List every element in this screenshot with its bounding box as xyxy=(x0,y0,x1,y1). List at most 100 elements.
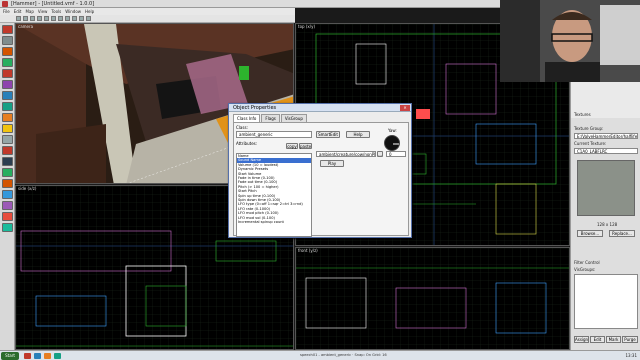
tool-strip xyxy=(0,23,15,350)
texture-panel: Textures Texture Group: E:/ValveHammerEd… xyxy=(570,82,640,350)
group-tool-icon[interactable] xyxy=(2,168,13,177)
overlay-tool-icon[interactable] xyxy=(2,157,13,166)
side-viewport-label: side (x/z) xyxy=(18,186,37,191)
play-button[interactable]: Play xyxy=(320,160,344,167)
menu-help[interactable]: Help xyxy=(85,9,94,14)
value-field[interactable]: ambient/creature/cow/nonPlayerGrunts/sho… xyxy=(316,151,376,157)
camera-tool-icon[interactable] xyxy=(2,47,13,56)
visgroups-label: VisGroups: xyxy=(574,267,596,272)
decal-tool-icon[interactable] xyxy=(2,102,13,111)
texture-size: 128 x 128 xyxy=(597,222,618,227)
browse-button[interactable]: Browse... xyxy=(577,230,603,237)
entity-tool-icon[interactable] xyxy=(2,58,13,67)
toolbar xyxy=(0,15,295,23)
tab-visgroup[interactable]: VisGroup xyxy=(280,114,307,122)
top-viewport-label: top (x/y) xyxy=(298,24,316,29)
app-icon xyxy=(2,1,8,7)
vertex-tool-icon[interactable] xyxy=(2,124,13,133)
entity-report-icon[interactable] xyxy=(79,16,84,21)
compile-icon[interactable] xyxy=(65,16,70,21)
grid-icon[interactable] xyxy=(37,16,42,21)
mark-button[interactable]: Mark xyxy=(606,336,621,343)
save-icon[interactable] xyxy=(30,16,35,21)
block-tool-icon[interactable] xyxy=(2,69,13,78)
snap-icon[interactable] xyxy=(44,16,49,21)
window-title: [Hammer] - [Untitled.vmf - 1.0.0] xyxy=(11,1,95,7)
filter-control-label: Filter Control xyxy=(574,260,600,265)
webcam-image xyxy=(500,0,640,82)
hammer-taskbar-icon[interactable] xyxy=(24,353,31,359)
dialog-body: Class: ambient_generic SmartEdit Help Ya… xyxy=(233,122,409,237)
class-label: Class: xyxy=(236,125,248,130)
angle-dial[interactable] xyxy=(384,135,400,151)
media-taskbar-icon[interactable] xyxy=(54,353,61,359)
title-bar: [Hammer] - [Untitled.vmf - 1.0.0] xyxy=(0,0,500,8)
menu-map[interactable]: Map xyxy=(25,9,33,14)
move-to-world-icon[interactable] xyxy=(2,212,13,221)
angle-needle-icon xyxy=(393,143,399,145)
attribute-item[interactable]: Incremental spinup count xyxy=(237,220,311,224)
current-texture-select[interactable]: C1A0_LABFLRC xyxy=(574,148,638,154)
assign-button[interactable]: Assign xyxy=(574,336,589,343)
menu-file[interactable]: File xyxy=(3,9,10,14)
path-tool-icon[interactable] xyxy=(2,135,13,144)
edit-button[interactable]: Edit xyxy=(590,336,605,343)
paste-button[interactable]: paste xyxy=(299,143,312,149)
clock: 13:31 xyxy=(625,353,637,358)
webcam-overlay xyxy=(500,0,640,82)
clip-tool-icon[interactable] xyxy=(2,113,13,122)
apply-texture-icon[interactable] xyxy=(2,91,13,100)
menu-bar: File Edit Map View Tools Window Help xyxy=(0,8,295,15)
object-properties-dialog: Object Properties ✕ Class Info Flags Vis… xyxy=(228,103,412,238)
tab-class-info[interactable]: Class Info xyxy=(233,114,261,122)
copy-button[interactable]: copy xyxy=(286,143,298,149)
angle-input[interactable]: 0 xyxy=(386,151,406,157)
status-entity: speech01 - ambient_generic xyxy=(300,353,352,357)
magnify-tool-icon[interactable] xyxy=(2,36,13,45)
menu-view[interactable]: View xyxy=(38,9,48,14)
browser-taskbar-icon[interactable] xyxy=(44,353,51,359)
status-grid: Snap: On Grid: 16 xyxy=(354,353,387,357)
purge-button[interactable]: Purge xyxy=(622,336,638,343)
class-select[interactable]: ambient_generic xyxy=(236,131,312,138)
taskbar: Start speech01 - ambient_generic · Snap:… xyxy=(0,350,640,360)
app-window: [Hammer] - [Untitled.vmf - 1.0.0] File E… xyxy=(0,0,640,360)
dialog-tabs: Class Info Flags VisGroup xyxy=(233,114,307,122)
menu-edit[interactable]: Edit xyxy=(14,9,22,14)
close-icon[interactable]: ✕ xyxy=(400,105,410,111)
wireframe-icon[interactable] xyxy=(51,16,56,21)
attributes-label: Attributes: xyxy=(236,141,258,146)
front-viewport-label: front (y/z) xyxy=(298,248,318,253)
texture-preview[interactable] xyxy=(577,160,635,216)
current-texture-label: Current Texture: xyxy=(574,141,607,146)
smartedit-button[interactable]: SmartEdit xyxy=(316,131,340,138)
menu-tools[interactable]: Tools xyxy=(51,9,61,14)
texture-group-label: Texture Group: xyxy=(574,126,604,131)
new-file-icon[interactable] xyxy=(16,16,21,21)
run-icon[interactable] xyxy=(72,16,77,21)
attributes-list[interactable]: Name Sound Name Volume (10 = loudest) Dynam… xyxy=(236,153,312,237)
front-grid xyxy=(296,248,569,349)
selection-tool-icon[interactable] xyxy=(2,25,13,34)
menu-window[interactable]: Window xyxy=(65,9,81,14)
help-button[interactable]: Help xyxy=(346,131,370,138)
tab-flags[interactable]: Flags xyxy=(261,114,280,122)
carve-tool-icon[interactable] xyxy=(2,223,13,232)
hide-tool-icon[interactable] xyxy=(2,190,13,199)
browse-sound-button[interactable]: … xyxy=(377,151,383,157)
explorer-taskbar-icon[interactable] xyxy=(34,353,41,359)
open-file-icon[interactable] xyxy=(23,16,28,21)
front-viewport[interactable]: front (y/z) xyxy=(295,247,570,350)
dialog-title-bar[interactable]: Object Properties ✕ xyxy=(229,104,411,112)
texture-tool-icon[interactable] xyxy=(2,80,13,89)
status-text: speech01 - ambient_generic · Snap: On Gr… xyxy=(300,353,387,357)
visgroups-list[interactable] xyxy=(574,274,638,329)
check-problems-icon[interactable] xyxy=(86,16,91,21)
textured-icon[interactable] xyxy=(58,16,63,21)
start-button[interactable]: Start xyxy=(1,352,19,360)
ungroup-tool-icon[interactable] xyxy=(2,179,13,188)
cordon-tool-icon[interactable] xyxy=(2,146,13,155)
texture-group-select[interactable]: E:/ValveHammerEditor/halflife.wad xyxy=(574,133,638,139)
tie-entity-icon[interactable] xyxy=(2,201,13,210)
replace-button[interactable]: Replace... xyxy=(609,230,635,237)
